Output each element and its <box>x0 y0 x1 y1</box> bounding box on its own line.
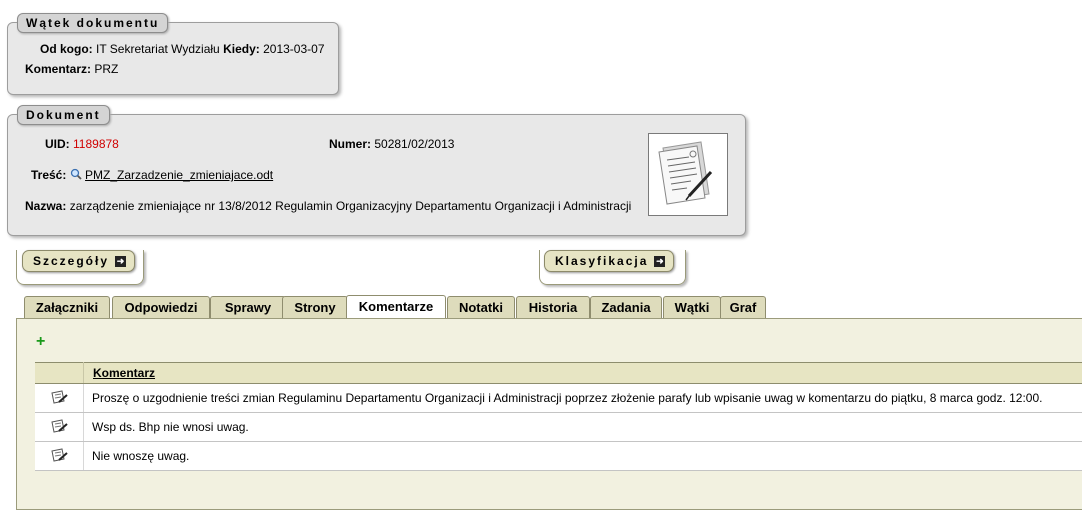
content-file-link[interactable]: PMZ_Zarzadzenie_zmieniajace.odt <box>85 168 273 182</box>
tab-zadania[interactable]: Zadania <box>590 296 662 318</box>
comment-label: Komentarz: <box>25 62 91 76</box>
table-header-row: Komentarz <box>35 363 1082 384</box>
magnifier-icon[interactable] <box>70 168 82 180</box>
document-icon <box>649 134 727 215</box>
tab-graf[interactable]: Graf <box>720 296 766 318</box>
comment-value: PRZ <box>94 62 118 76</box>
tab-sprawy[interactable]: Sprawy <box>210 296 286 318</box>
edit-note-icon[interactable] <box>35 442 84 471</box>
from-label: Od kogo: <box>40 42 93 56</box>
table-row: Nie wnoszę uwag. <box>35 442 1082 471</box>
expand-icon: ➜ <box>115 256 126 267</box>
thread-comment-row: Komentarz: PRZ <box>25 62 118 76</box>
number-row: Numer: 50281/02/2013 <box>329 137 454 151</box>
comment-text: Wsp ds. Bhp nie wnosi uwag. <box>84 413 1082 442</box>
number-value: 50281/02/2013 <box>374 137 454 151</box>
uid-value: 1189878 <box>73 137 119 151</box>
content-row: Treść: PMZ_Zarzadzenie_zmieniajace.odt <box>31 168 273 182</box>
number-label: Numer: <box>329 137 371 151</box>
table-row: Wsp ds. Bhp nie wnosi uwag. <box>35 413 1082 442</box>
tab-komentarze[interactable]: Komentarze <box>346 295 446 319</box>
from-value: IT Sekretariat Wydziału <box>96 42 220 56</box>
tab-strony[interactable]: Strony <box>282 296 348 318</box>
comment-column-header[interactable]: Komentarz <box>84 363 1082 384</box>
comment-text: Nie wnoszę uwag. <box>84 442 1082 471</box>
uid-label: UID: <box>45 137 70 151</box>
table-row: Proszę o uzgodnienie treści zmian Regula… <box>35 384 1082 413</box>
tab-notatki[interactable]: Notatki <box>447 296 515 318</box>
classification-label: Klasyfikacja <box>555 254 648 268</box>
uid-row: UID: 1189878 <box>45 137 119 151</box>
name-label: Nazwa: <box>25 199 66 213</box>
comments-table: Komentarz Proszę o uzgodnienie treści zm… <box>35 362 1082 471</box>
tab-zalaczniki[interactable]: Załączniki <box>24 296 110 318</box>
when-label: Kiedy: <box>223 42 260 56</box>
edit-note-icon[interactable] <box>35 413 84 442</box>
name-value: zarządzenie zmieniające nr 13/8/2012 Reg… <box>70 199 632 213</box>
thread-from-row: Od kogo: IT Sekretariat Wydziału Kiedy: … <box>40 42 325 56</box>
comment-text: Proszę o uzgodnienie treści zmian Regula… <box>84 384 1082 413</box>
add-comment-icon[interactable]: + <box>36 333 45 351</box>
classification-toggle-button[interactable]: Klasyfikacja ➜ <box>544 250 674 272</box>
edit-note-icon[interactable] <box>35 384 84 413</box>
details-toggle-button[interactable]: Szczegóły ➜ <box>22 250 135 272</box>
content-label: Treść: <box>31 168 66 182</box>
tab-historia[interactable]: Historia <box>516 296 590 318</box>
when-value: 2013-03-07 <box>263 42 324 56</box>
document-thumbnail[interactable] <box>648 133 728 216</box>
details-label: Szczegóły <box>33 254 109 268</box>
tab-odpowiedzi[interactable]: Odpowiedzi <box>112 296 210 318</box>
icon-column-header <box>35 363 84 384</box>
tab-watki[interactable]: Wątki <box>663 296 721 318</box>
expand-icon: ➜ <box>654 256 665 267</box>
document-legend: Dokument <box>17 105 110 125</box>
thread-legend: Wątek dokumentu <box>17 13 168 33</box>
name-row: Nazwa: zarządzenie zmieniające nr 13/8/2… <box>25 199 631 213</box>
